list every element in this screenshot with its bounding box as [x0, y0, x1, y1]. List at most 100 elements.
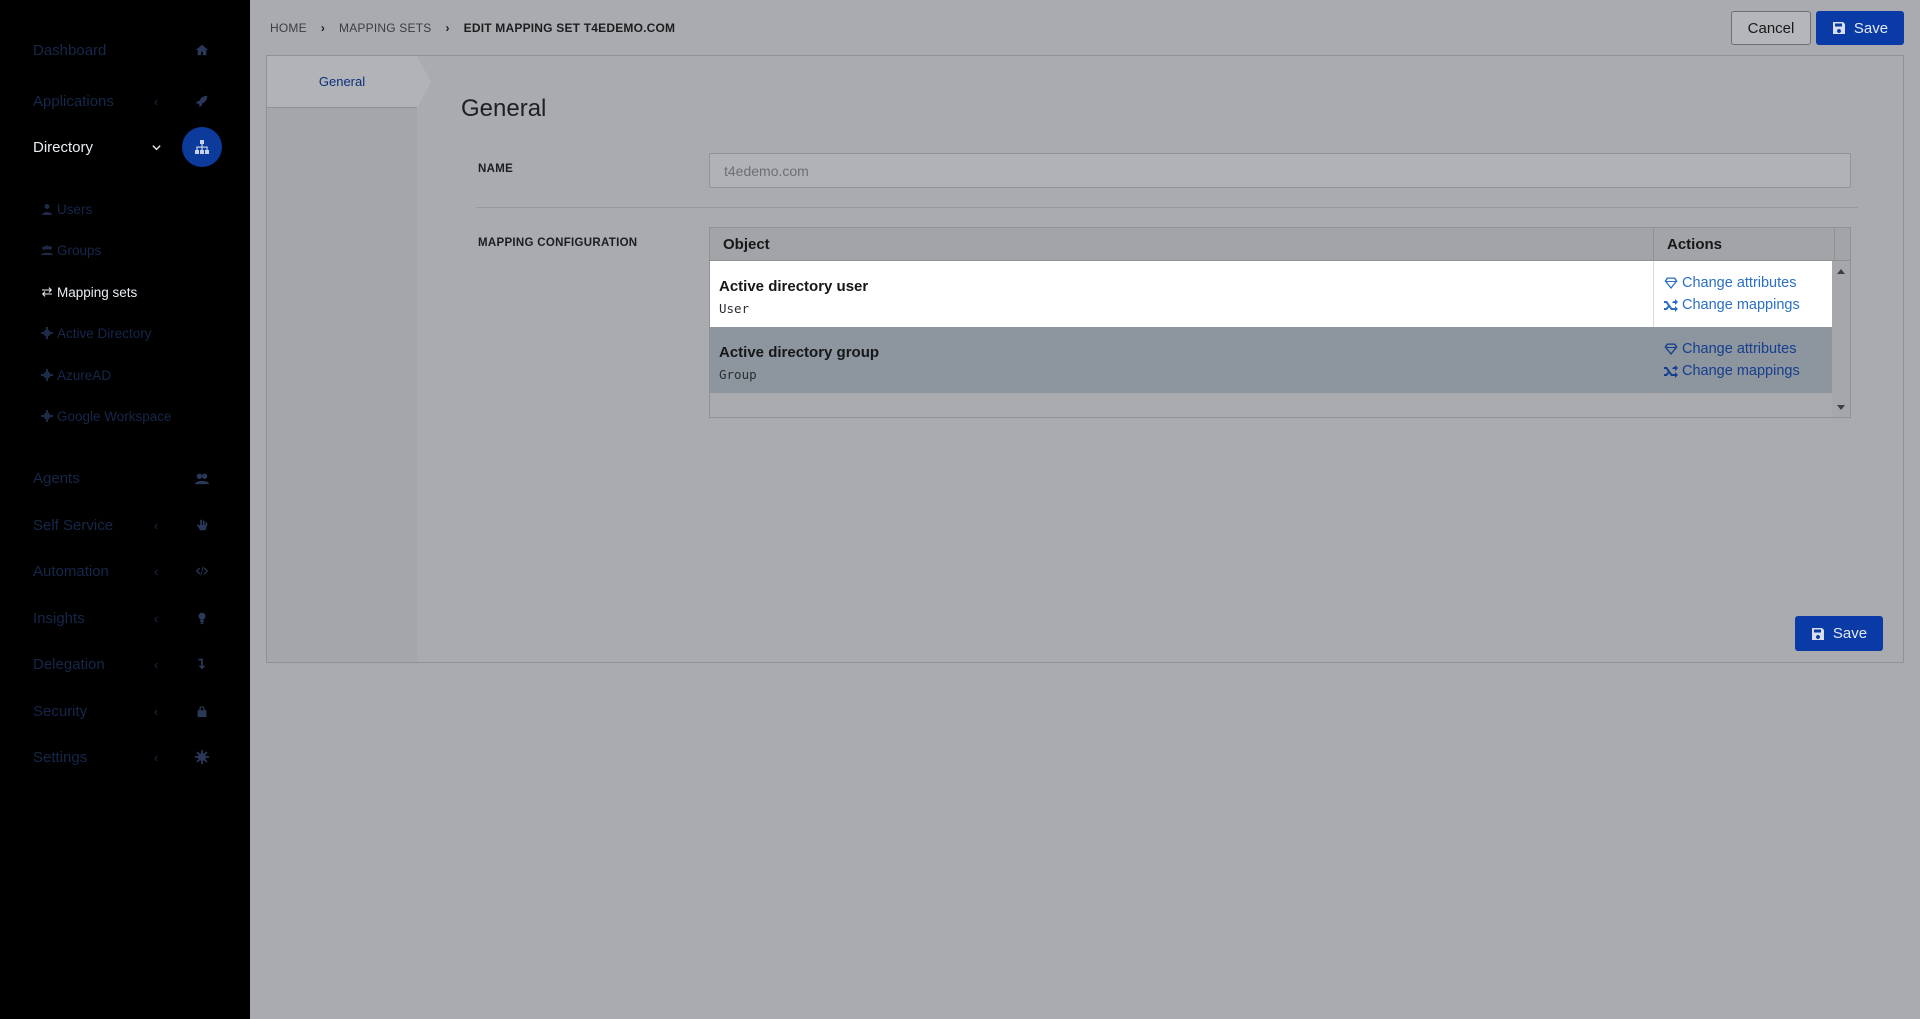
- shuffle-icon: [1664, 365, 1678, 378]
- sidebar-subitem-google-workspace[interactable]: Google Workspace: [40, 404, 172, 428]
- sidebar-item-dashboard[interactable]: Dashboard: [0, 30, 250, 70]
- tab-panel: [267, 56, 417, 662]
- sidebar-subitem-mapping-sets[interactable]: Mapping sets: [40, 280, 137, 304]
- object-name: Active directory group: [719, 344, 880, 361]
- lock-icon: [193, 702, 211, 720]
- sidebar-subitem-active-directory[interactable]: Active Directory: [40, 321, 152, 345]
- sidebar-item-label: Settings: [33, 748, 88, 766]
- mapping-configuration-label: MAPPING CONFIGURATION: [478, 237, 638, 249]
- chevron-left-icon: ‹: [153, 563, 159, 579]
- chevron-left-icon: ‹: [153, 749, 159, 765]
- object-type: Group: [719, 367, 757, 382]
- exchange-icon: [40, 286, 53, 299]
- sidebar-item-label: Security: [33, 702, 88, 720]
- sidebar-subitem-label: AzureAD: [57, 367, 112, 383]
- object-cell: Active directory user User: [710, 261, 1654, 327]
- sidebar-item-applications[interactable]: Applications ‹: [0, 81, 250, 121]
- chevron-left-icon: ‹: [153, 93, 159, 109]
- breadcrumb-home[interactable]: HOME: [270, 21, 307, 35]
- delegation-icon: [193, 655, 211, 673]
- users-icon: [40, 244, 53, 257]
- sidebar-subitem-label: Users: [57, 201, 93, 217]
- column-header-actions[interactable]: Actions: [1655, 228, 1835, 261]
- sidebar-subitem-label: Google Workspace: [57, 408, 172, 424]
- sidebar-item-settings[interactable]: Settings ‹: [0, 737, 250, 777]
- chevron-right-icon: ›: [320, 21, 326, 35]
- column-header-object[interactable]: Object: [710, 228, 1654, 261]
- object-type: User: [719, 301, 750, 316]
- sitemap-icon: [182, 127, 222, 167]
- tab-general[interactable]: General: [267, 56, 417, 108]
- user-icon: [40, 203, 53, 216]
- change-attributes-link[interactable]: Change attributes: [1664, 275, 1796, 291]
- sidebar-item-automation[interactable]: Automation ‹: [0, 551, 250, 591]
- chevron-right-icon: ›: [445, 21, 450, 35]
- sidebar: Dashboard Applications ‹ Directory Users…: [0, 0, 250, 1019]
- sidebar-item-directory[interactable]: Directory: [0, 127, 250, 167]
- sidebar-item-label: Delegation: [33, 655, 105, 673]
- floppy-disk-icon: [1811, 627, 1824, 640]
- sidebar-item-insights[interactable]: Insights ‹: [0, 598, 250, 638]
- save-button-bottom[interactable]: Save: [1795, 616, 1883, 651]
- diamond-icon: [1664, 277, 1678, 289]
- change-attributes-link[interactable]: Change attributes: [1664, 341, 1796, 357]
- sidebar-subitem-azuread[interactable]: AzureAD: [40, 363, 111, 387]
- sidebar-item-label: Insights: [33, 609, 85, 627]
- breadcrumb-current: EDIT MAPPING SET T4EDEMO.COM: [463, 21, 676, 35]
- sidebar-item-delegation[interactable]: Delegation ‹: [0, 644, 250, 684]
- breadcrumb-mapping-sets[interactable]: MAPPING SETS: [339, 21, 431, 35]
- scroll-up-icon[interactable]: [1837, 269, 1845, 274]
- table-scrollbar[interactable]: [1832, 261, 1850, 417]
- name-input[interactable]: [709, 153, 1851, 188]
- table-row[interactable]: Active directory group Group Change attr…: [710, 327, 1832, 393]
- cancel-button[interactable]: Cancel: [1731, 11, 1811, 45]
- agents-icon: [193, 469, 211, 487]
- rocket-icon: [193, 92, 211, 110]
- page-title: General: [461, 95, 547, 122]
- actions-cell: Change attributes Change mappings: [1655, 327, 1832, 393]
- chevron-left-icon: ‹: [153, 610, 159, 626]
- sidebar-item-self-service[interactable]: Self Service ‹: [0, 505, 250, 545]
- change-mappings-label: Change mappings: [1682, 363, 1800, 379]
- change-attributes-label: Change attributes: [1682, 275, 1797, 291]
- actions-cell: Change attributes Change mappings: [1655, 261, 1832, 327]
- object-cell: Active directory group Group: [710, 327, 1654, 393]
- chevron-left-icon: ‹: [153, 703, 159, 719]
- code-icon: [193, 562, 211, 580]
- sidebar-item-label: Automation: [33, 562, 109, 580]
- name-label: NAME: [478, 163, 514, 175]
- change-mappings-label: Change mappings: [1682, 297, 1800, 313]
- chevron-left-icon: ‹: [153, 656, 159, 672]
- diamond-icon: [1664, 343, 1678, 355]
- sidebar-subitem-users[interactable]: Users: [40, 197, 92, 221]
- sidebar-item-label: Dashboard: [33, 41, 107, 59]
- sidebar-subitem-label: Groups: [57, 242, 102, 258]
- save-button-label: Save: [1832, 625, 1868, 642]
- mapping-table: Object Actions Active directory user Use…: [709, 227, 1851, 418]
- save-button[interactable]: Save: [1816, 11, 1904, 45]
- change-mappings-link[interactable]: Change mappings: [1664, 363, 1800, 379]
- sidebar-item-label: Applications: [33, 92, 114, 110]
- change-mappings-link[interactable]: Change mappings: [1664, 297, 1800, 313]
- sidebar-subitem-groups[interactable]: Groups: [40, 238, 101, 262]
- chevron-left-icon: ‹: [153, 517, 159, 533]
- breadcrumb: HOME › MAPPING SETS › EDIT MAPPING SET T…: [270, 18, 675, 38]
- table-row[interactable]: Active directory user User Change attrib…: [710, 261, 1832, 327]
- gear-icon: [40, 410, 53, 423]
- gear-icon: [40, 369, 53, 382]
- sidebar-item-label: Agents: [33, 469, 80, 487]
- shuffle-icon: [1664, 299, 1678, 312]
- gear-icon: [193, 748, 211, 766]
- table-header: Object Actions: [710, 228, 1850, 261]
- sidebar-item-label: Self Service: [33, 516, 114, 534]
- floppy-disk-icon: [1832, 22, 1845, 34]
- sidebar-item-agents[interactable]: Agents: [0, 458, 250, 498]
- sidebar-item-security[interactable]: Security ‹: [0, 691, 250, 731]
- scroll-down-icon[interactable]: [1837, 405, 1845, 410]
- save-button-label: Save: [1853, 19, 1889, 37]
- sidebar-subitem-label: Active Directory: [57, 325, 152, 341]
- change-attributes-label: Change attributes: [1682, 341, 1797, 357]
- sidebar-item-label: Directory: [33, 138, 94, 156]
- sidebar-subitem-label: Mapping sets: [57, 284, 138, 300]
- chevron-down-icon: [150, 141, 162, 153]
